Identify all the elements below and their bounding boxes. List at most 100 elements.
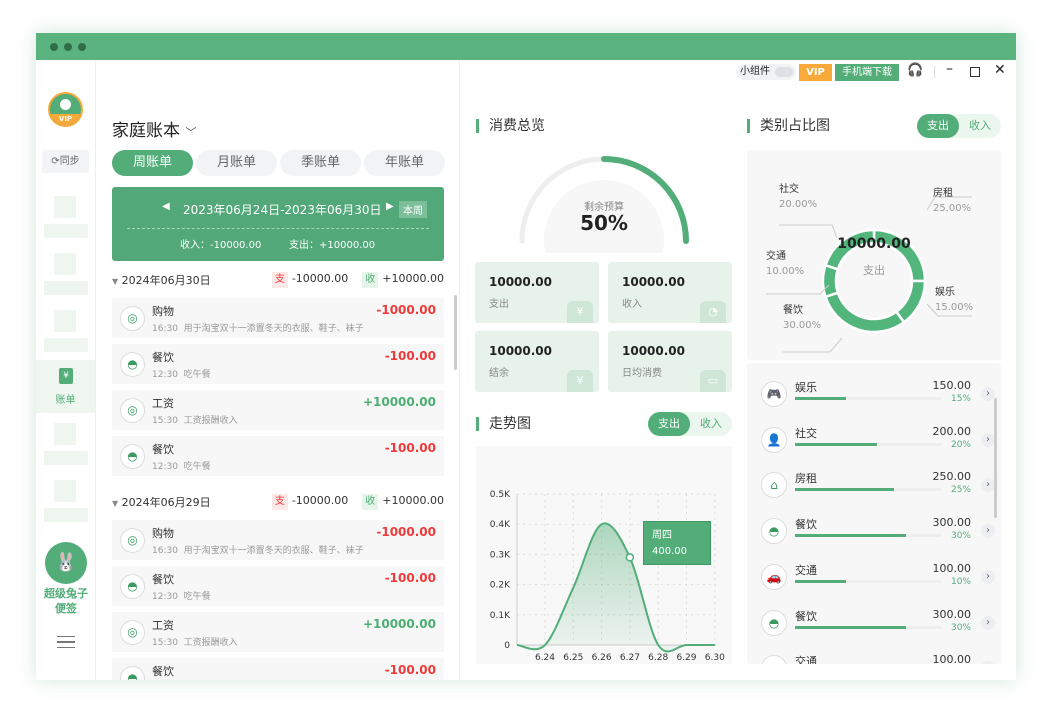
category-progress: [795, 625, 941, 629]
next-week-icon[interactable]: ▶: [386, 201, 394, 212]
vip-badge: VIP: [50, 114, 81, 125]
category-name: 餐饮: [795, 518, 817, 532]
tab-0[interactable]: 周账单: [112, 150, 193, 176]
category-row[interactable]: ◓ 餐饮 300.00 30% ›: [755, 608, 995, 654]
category-list: 🎮 娱乐 150.00 15% › 👤 社交 200.00 20% › ⌂ 房租 250.00 25% › ◓…: [747, 363, 1001, 664]
category-name: 交通: [795, 563, 817, 577]
label-entertainment: 娱乐 15.00%: [935, 287, 974, 313]
expense-badge: 支: [271, 272, 288, 288]
sidebar-item-bill[interactable]: ¥ 账单: [36, 360, 95, 413]
car-icon: 🚗: [761, 655, 787, 664]
y-tick-label: 0.5K: [490, 490, 511, 500]
transaction-row[interactable]: ◓ 餐饮 -100.00: [112, 658, 444, 680]
card-decor-icon: ▭: [700, 370, 726, 392]
transaction-row[interactable]: ◎ 购物 16:30 用于淘宝双十一添置冬天的衣服、鞋子、袜子 -1000.00: [112, 520, 444, 560]
category-amount: 300.00: [932, 607, 972, 621]
trend-toggle[interactable]: 支出 收入: [648, 412, 732, 436]
category-row[interactable]: 🎮 娱乐 150.00 15% ›: [755, 379, 995, 425]
bowl-icon: ◓: [761, 609, 787, 636]
week-income: 收入：-10000.00: [180, 240, 262, 251]
transaction-row[interactable]: ◎ 购物 16:30 用于淘宝双十一添置冬天的衣服、鞋子、袜子 -1000.00: [112, 298, 444, 338]
mobile-download-button[interactable]: 手机端下载: [835, 64, 899, 81]
category-pct: 10%: [950, 576, 971, 587]
chart-tooltip: 周四 400.00: [643, 521, 711, 565]
chevron-right-icon[interactable]: ›: [981, 569, 995, 584]
transaction-title: 工资: [152, 619, 174, 632]
tab-3[interactable]: 年账单: [364, 150, 445, 176]
caret-down-icon: ▼: [112, 499, 119, 508]
category-pct: 30%: [950, 622, 971, 633]
transaction-meta: 16:30 用于淘宝双十一添置冬天的衣服、鞋子、袜子: [152, 324, 364, 334]
seg-expense[interactable]: 支出: [648, 412, 690, 436]
category-progress: [795, 579, 941, 583]
transaction-row[interactable]: ◓ 餐饮 12:30 吃午餐 -100.00: [112, 436, 444, 476]
data-point: [625, 553, 635, 562]
chevron-right-icon[interactable]: ›: [981, 615, 995, 630]
category-row[interactable]: 🚗 交通 100.00 ›: [755, 653, 995, 664]
stat-value: 10000.00: [489, 344, 553, 358]
transaction-row[interactable]: ◓ 餐饮 12:30 吃午餐 -100.00: [112, 344, 444, 384]
category-row[interactable]: ⌂ 房租 250.00 25% ›: [755, 470, 995, 516]
sync-button[interactable]: ⟳同步: [42, 150, 89, 173]
day-header[interactable]: ▼ 2024年06月30日 支 -10000.00 收 +10000.00: [112, 272, 444, 292]
transaction-row[interactable]: ◓ 餐饮 12:30 吃午餐 -100.00: [112, 566, 444, 606]
sidebar-item-label: 账单: [55, 395, 76, 406]
chevron-right-icon[interactable]: ›: [981, 387, 995, 401]
category-pct: 25%: [950, 485, 971, 496]
this-week-button[interactable]: 本周: [399, 201, 427, 218]
scrollbar[interactable]: [454, 295, 457, 370]
seg-income[interactable]: 收入: [959, 114, 1001, 138]
avatar[interactable]: VIP: [48, 92, 83, 127]
leader-line: [783, 337, 843, 353]
tab-2[interactable]: 季账单: [280, 150, 361, 176]
category-row[interactable]: ◓ 餐饮 300.00 30% ›: [755, 516, 995, 562]
donut-slice-2: [823, 291, 906, 334]
seg-expense[interactable]: 支出: [917, 114, 959, 138]
category-toggle[interactable]: 支出 收入: [917, 114, 1001, 138]
sidebar: VIP ⟳同步 ¥ 账单 🐰 超级兔子 便签: [36, 60, 96, 680]
headset-icon[interactable]: 🎧: [907, 63, 923, 78]
day-date: 2024年06月29日: [121, 496, 211, 509]
stat-label: 日均消费: [622, 368, 662, 379]
donut-panel: 10000.00 支出 房租 25.00% 娱乐 15.00% 餐饮 30.00% 交…: [747, 150, 1001, 360]
card-decor-icon: ¥: [567, 301, 593, 323]
transaction-row[interactable]: ◎ 工资 15:30 工资报酬收入 +10000.00: [112, 612, 444, 652]
close-icon[interactable]: ✕: [994, 62, 1006, 78]
chevron-down-icon: ﹀: [185, 126, 197, 139]
menu-icon[interactable]: [57, 636, 75, 648]
category-row[interactable]: 👤 社交 200.00 20% ›: [755, 425, 995, 471]
seg-income[interactable]: 收入: [690, 412, 732, 436]
y-tick-label: 0.4K: [490, 520, 511, 530]
caret-down-icon: ▼: [112, 277, 119, 286]
category-amount: 300.00: [932, 516, 972, 530]
window-dot[interactable]: [50, 43, 58, 51]
chevron-right-icon[interactable]: ›: [981, 432, 995, 447]
day-income: +10000.00: [382, 494, 444, 507]
category-row[interactable]: 🚗 交通 100.00 10% ›: [755, 562, 995, 608]
chevron-right-icon[interactable]: ›: [981, 524, 995, 539]
minimize-icon[interactable]: –: [946, 61, 953, 77]
income-badge: 收: [362, 494, 379, 510]
maximize-icon[interactable]: [970, 67, 980, 77]
date-range-card: ◀ 2023年06月24日-2023年06月30日 ▶ 本周 收入：-10000…: [112, 187, 444, 261]
transaction-amount: -100.00: [384, 349, 436, 363]
vip-button[interactable]: VIP: [799, 64, 832, 81]
category-progress: [795, 442, 941, 446]
chevron-right-icon[interactable]: ›: [981, 478, 995, 493]
widget-toggle[interactable]: 小组件: [736, 64, 796, 80]
ledger-selector[interactable]: 家庭账本 ﹀: [112, 116, 196, 141]
toggle-switch[interactable]: [775, 67, 793, 77]
prev-week-icon[interactable]: ◀: [162, 201, 170, 212]
title-bar: [36, 33, 1016, 60]
scrollbar[interactable]: [994, 398, 997, 518]
stat-label: 收入: [622, 299, 642, 310]
day-header[interactable]: ▼ 2024年06月29日 支 -10000.00 收 +10000.00: [112, 494, 444, 514]
window-dot[interactable]: [78, 43, 86, 51]
window-dot[interactable]: [64, 43, 72, 51]
rabbit-logo: 🐰: [45, 542, 87, 584]
label-transport: 交通 10.00%: [766, 251, 805, 277]
tab-1[interactable]: 月账单: [196, 150, 277, 176]
category-name: 交通: [795, 655, 817, 664]
chevron-right-icon[interactable]: ›: [981, 661, 995, 664]
transaction-row[interactable]: ◎ 工资 15:30 工资报酬收入 +10000.00: [112, 390, 444, 430]
